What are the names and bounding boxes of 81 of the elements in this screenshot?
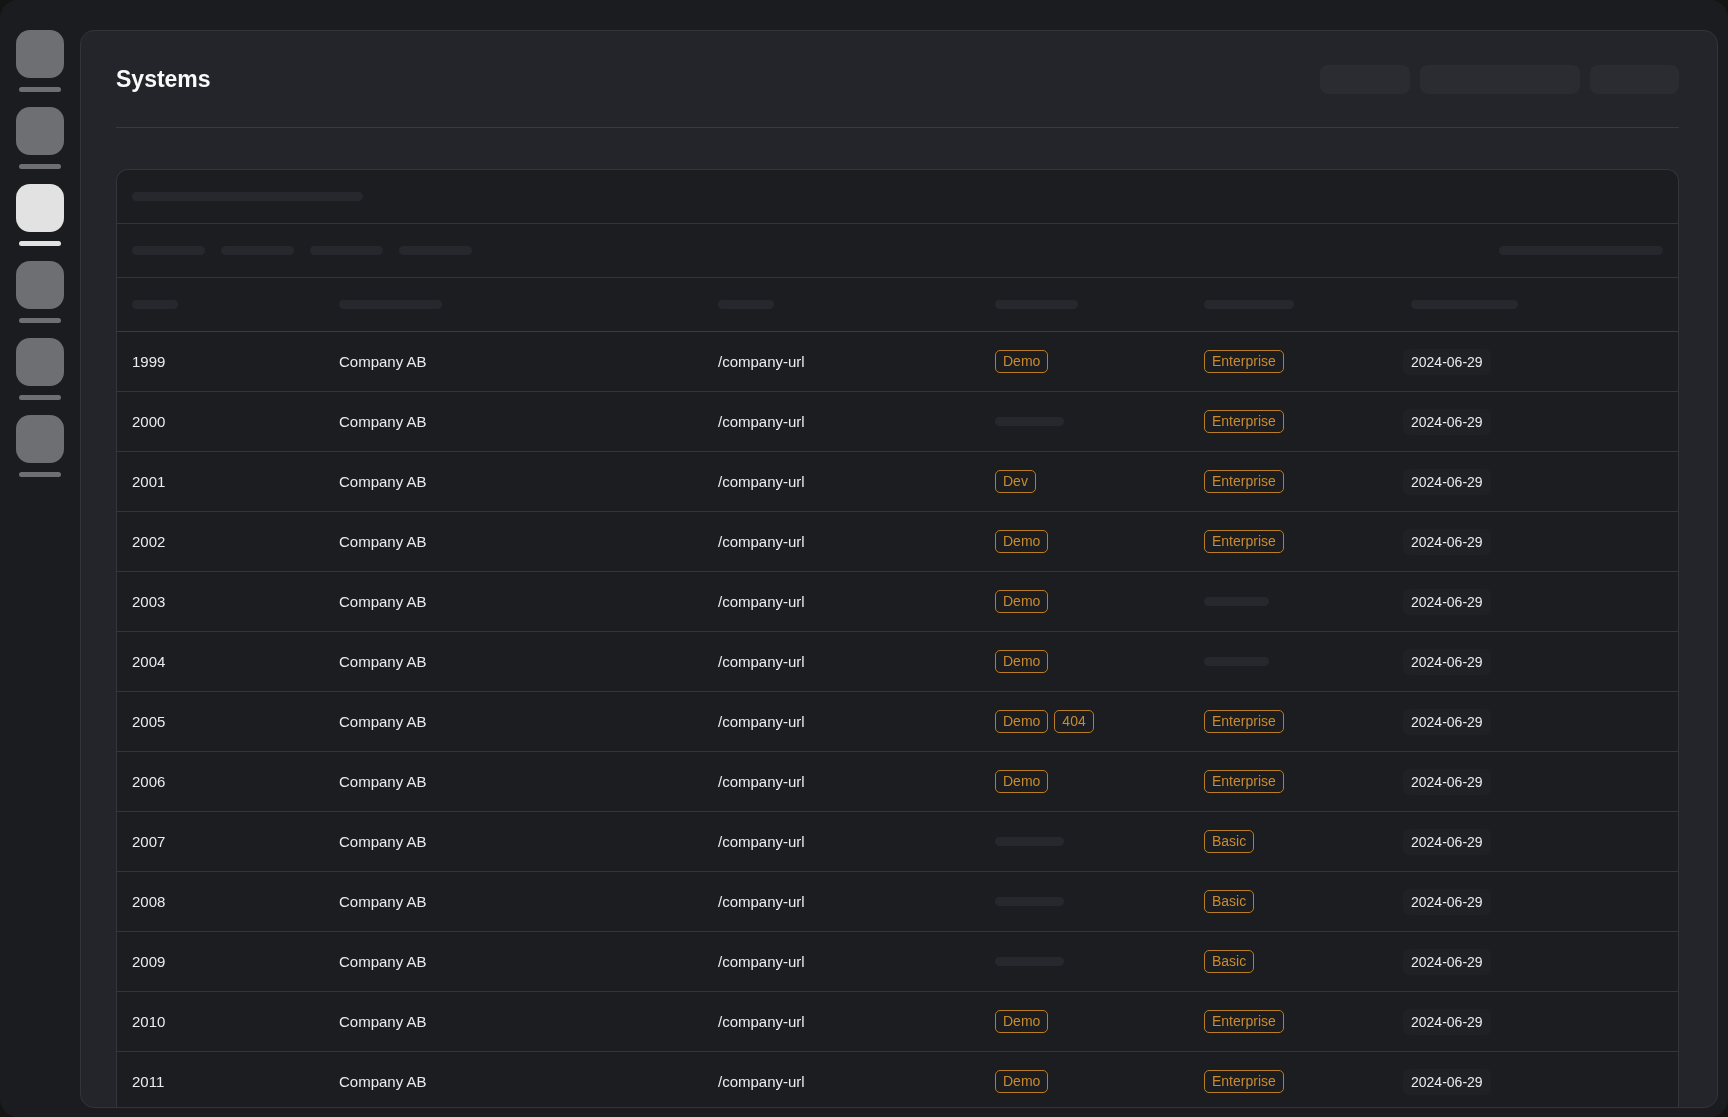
table-cell-text: /company-url xyxy=(718,1073,806,1090)
table-cell-text: Company AB xyxy=(339,833,428,850)
table-cell-text: /company-url xyxy=(718,473,806,490)
table-cell-text: Company AB xyxy=(339,1013,428,1030)
tag: 404 xyxy=(1054,710,1094,733)
tag: Dev xyxy=(995,470,1036,493)
indicator-bar xyxy=(19,87,61,92)
tag: Enterprise xyxy=(1204,710,1284,733)
table-cell-text: /company-url xyxy=(718,653,806,670)
tag: Enterprise xyxy=(1204,470,1284,493)
date-cell: 2024-06-29 xyxy=(1403,648,1491,675)
table-cell-text: Company AB xyxy=(339,953,428,970)
table-cell-text: 2010 xyxy=(132,1013,167,1030)
date-cell: 2024-06-29 xyxy=(1403,588,1491,615)
table-cell-text: Company AB xyxy=(339,473,428,490)
table-cell-text: /company-url xyxy=(718,1013,806,1030)
table-cell-text: Company AB xyxy=(339,893,428,910)
table-cell-text: 2002 xyxy=(132,533,167,550)
table-cell-text: /company-url xyxy=(718,833,806,850)
sidebar-item[interactable] xyxy=(16,184,64,232)
table-cell-text: 2008 xyxy=(132,893,167,910)
table-cell-text: 1999 xyxy=(132,353,167,370)
table-cell-text: Company AB xyxy=(339,713,428,730)
date-cell: 2024-06-29 xyxy=(1403,888,1491,915)
tag: Demo xyxy=(995,1010,1049,1033)
indicator-bar xyxy=(19,164,61,169)
page-title: Systems xyxy=(116,65,212,93)
tag: Enterprise xyxy=(1204,1010,1284,1033)
table-cell-text: 2011 xyxy=(132,1073,166,1090)
table-cell-text: /company-url xyxy=(718,413,806,430)
table-cell-text: 2000 xyxy=(132,413,167,430)
tag: Demo xyxy=(995,350,1049,373)
date-cell: 2024-06-29 xyxy=(1403,828,1491,855)
table-cell-text: /company-url xyxy=(718,893,806,910)
indicator-bar xyxy=(19,395,61,400)
indicator-bar xyxy=(19,241,61,246)
date-cell: 2024-06-29 xyxy=(1403,708,1491,735)
table-cell-text: Company AB xyxy=(339,1073,428,1090)
table-cell-text: 2003 xyxy=(132,593,167,610)
tag: Demo xyxy=(995,650,1049,673)
indicator-bar xyxy=(19,472,61,477)
table-cell-text: Company AB xyxy=(339,533,428,550)
table-cell-text: 2001 xyxy=(132,473,167,490)
tag: Enterprise xyxy=(1204,530,1284,553)
table-cell-text: 2005 xyxy=(132,713,167,730)
date-cell: 2024-06-29 xyxy=(1403,1068,1491,1095)
tag: Demo xyxy=(995,710,1049,733)
date-cell: 2024-06-29 xyxy=(1403,408,1491,435)
date-cell: 2024-06-29 xyxy=(1403,528,1491,555)
table-cell-text: Company AB xyxy=(339,653,428,670)
tag: Enterprise xyxy=(1204,770,1284,793)
table-cell-text: 2007 xyxy=(132,833,167,850)
table-cell-text: 2006 xyxy=(132,773,167,790)
date-cell: 2024-06-29 xyxy=(1403,468,1491,495)
indicator-bar xyxy=(19,318,61,323)
table-cell-text: Company AB xyxy=(339,773,428,790)
tag: Basic xyxy=(1204,890,1255,913)
table-cell-text: /company-url xyxy=(718,953,806,970)
table-cell-text: /company-url xyxy=(718,593,806,610)
table-cell-text: Company AB xyxy=(339,593,428,610)
table-cell-text: /company-url xyxy=(718,353,806,370)
tag: Enterprise xyxy=(1204,1070,1284,1093)
tag: Demo xyxy=(995,590,1049,613)
table-cell-text: /company-url xyxy=(718,773,806,790)
tag: Demo xyxy=(995,770,1049,793)
table-cell-text: 2009 xyxy=(132,953,167,970)
table-cell-text: 2004 xyxy=(132,653,167,670)
date-cell: 2024-06-29 xyxy=(1403,348,1491,375)
date-cell: 2024-06-29 xyxy=(1403,768,1491,795)
table-cell-text: Company AB xyxy=(339,353,428,370)
date-cell: 2024-06-29 xyxy=(1403,948,1491,975)
tag: Enterprise xyxy=(1204,410,1284,433)
table-cell-text: Company AB xyxy=(339,413,428,430)
tag: Demo xyxy=(995,530,1049,553)
date-cell: 2024-06-29 xyxy=(1403,1008,1491,1035)
tag: Basic xyxy=(1204,950,1255,973)
table-cell-text: /company-url xyxy=(718,533,806,550)
tag: Basic xyxy=(1204,830,1255,853)
table-cell-text: /company-url xyxy=(718,713,806,730)
tag: Demo xyxy=(995,1070,1049,1093)
tag: Enterprise xyxy=(1204,350,1284,373)
